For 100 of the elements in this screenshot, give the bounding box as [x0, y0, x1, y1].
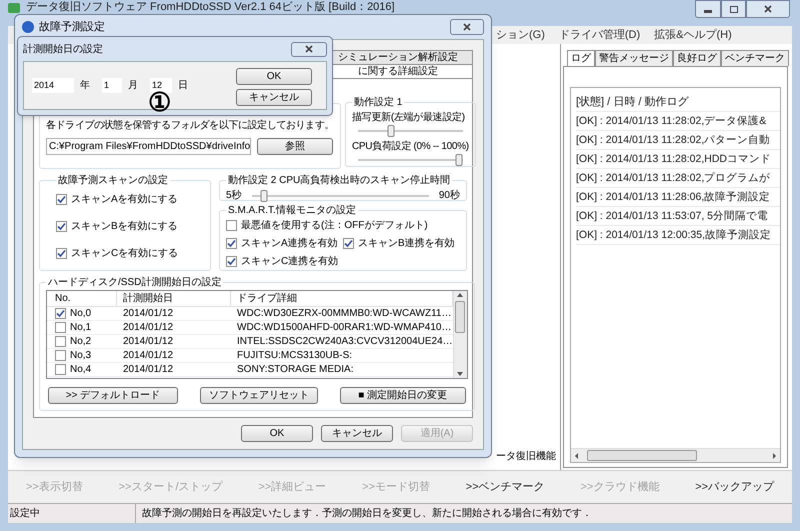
- slider-thumb[interactable]: [455, 154, 462, 166]
- table-cell-text: FUJITSU:MCS3130UB-S:: [236, 349, 354, 363]
- button[interactable]: OK: [236, 68, 312, 85]
- dialog-title: 故障予測設定: [39, 20, 105, 35]
- table-cell-text: 2014/01/12: [122, 363, 174, 377]
- tab[interactable]: ログ: [567, 50, 595, 66]
- checkbox[interactable]: [55, 364, 66, 375]
- tab[interactable]: 良好ログ: [673, 50, 721, 66]
- scroll-down-icon[interactable]: [456, 370, 464, 378]
- checkbox[interactable]: [55, 322, 66, 333]
- unit-label: 日: [178, 79, 188, 93]
- checkbox-label: スキャンA連携を有効: [241, 236, 338, 251]
- close-icon: [762, 3, 774, 15]
- horizontal-scrollbar[interactable]: [571, 448, 780, 462]
- checkbox[interactable]: [343, 238, 354, 249]
- button[interactable]: OK: [241, 425, 313, 442]
- checkbox[interactable]: [55, 308, 66, 319]
- table-cell-text: SONY:STORAGE MEDIA:: [236, 363, 355, 377]
- group-title: 動作設定 1: [353, 96, 404, 110]
- minimize-icon: [704, 10, 712, 13]
- table-cell-text: No,2: [70, 335, 92, 349]
- checkbox[interactable]: [56, 248, 67, 259]
- button[interactable]: キャンセル: [236, 89, 312, 106]
- table-cell-text: WDC:WD1500AHFD-00RAR1:WD-WMAP410…: [236, 321, 452, 335]
- button[interactable]: ソフトウェアリセット: [200, 387, 318, 404]
- dialog-title: 計測開始日の設定: [23, 42, 103, 56]
- log-row: [OK] : 2014/01/13 11:28:02,HDDコマンド: [576, 150, 780, 169]
- checkbox[interactable]: [55, 350, 66, 361]
- status-text: 設定中: [8, 504, 136, 523]
- table-cell-text: No,3: [70, 349, 92, 363]
- checkbox-label: スキャンCを有効にする: [71, 246, 178, 261]
- log-row: [OK] : 2014/01/13 11:28:02,プログラムが: [576, 169, 780, 188]
- checkbox[interactable]: [55, 336, 66, 347]
- menu-item[interactable]: ドライバ管理(D): [558, 26, 640, 44]
- scrollbar-thumb[interactable]: [455, 301, 466, 333]
- checkbox[interactable]: [56, 194, 67, 205]
- instruction-text: 各ドライブの状態を保管するフォルダを以下に設定しております。: [46, 118, 334, 133]
- slider-thumb[interactable]: [388, 125, 395, 137]
- table-cell-text: 2014/01/12: [122, 307, 174, 321]
- tab[interactable]: 警告メッセージ: [595, 50, 673, 66]
- checkbox-label: 最悪値を使用する(注：OFFがデフォルト): [241, 218, 428, 233]
- window-title: データ復旧ソフトウェア FromHDDtoSSD Ver2.1 64ビット版 [Build：2016]: [26, 1, 395, 14]
- maximize-icon: [730, 6, 738, 12]
- slider-min-label: 5秒: [226, 188, 242, 203]
- close-icon: [303, 43, 315, 55]
- function-label: ータ復旧機能: [496, 450, 556, 464]
- log-row: [OK] : 2014/01/13 11:53:07, 5分間隔で電: [576, 207, 780, 226]
- close-button[interactable]: [291, 42, 327, 56]
- close-icon: [461, 21, 473, 33]
- group-title: ハードディスク/SSD計測開始日の設定: [47, 276, 222, 290]
- log-row: [OK] : 2014/01/13 12:00:35,故障予測設定: [576, 226, 780, 245]
- checkbox-label: スキャンAを有効にする: [71, 192, 178, 207]
- table-cell-text: No,4: [70, 363, 92, 377]
- table-cell-text: INTEL:SSDSC2CW240A3:CVCV312004UE24…: [236, 335, 453, 349]
- button[interactable]: 参照: [257, 138, 333, 155]
- button[interactable]: ■ 測定開始日の変更: [340, 387, 466, 404]
- checkbox[interactable]: [226, 220, 237, 231]
- table-cell-text: WDC:WD30EZRX-00MMMB0:WD-WCAWZ11…: [236, 307, 452, 321]
- path-field[interactable]: C:¥Program Files¥FromHDDtoSSD¥driveInfo: [46, 138, 251, 155]
- checkbox-label: スキャンBを有効にする: [71, 220, 178, 234]
- toolbar-button[interactable]: >>ベンチマーク: [466, 478, 545, 496]
- scrollbar-thumb[interactable]: [587, 450, 697, 461]
- column-header: No.: [47, 291, 117, 306]
- group-title: 故障予測スキャンの設定: [57, 174, 169, 188]
- group-title: S.M.A.R.T.情報モニタの設定: [227, 204, 357, 218]
- scroll-up-icon[interactable]: [456, 291, 464, 299]
- unit-label: 年: [80, 79, 90, 93]
- tab[interactable]: ベンチマーク: [721, 50, 789, 66]
- slider-label: 描写更新(左端が最速設定): [352, 110, 466, 125]
- minimize-button[interactable]: [695, 0, 721, 18]
- close-button[interactable]: [746, 0, 790, 18]
- menu-item[interactable]: ション(G): [496, 26, 545, 44]
- table-cell-text: 2014/01/12: [122, 335, 174, 349]
- vertical-scrollbar[interactable]: [452, 291, 467, 378]
- checkbox[interactable]: [226, 238, 237, 249]
- group-title: 動作設定 2 CPU高負荷検出時のスキャン停止時間: [227, 174, 452, 188]
- close-button[interactable]: [450, 19, 484, 35]
- button[interactable]: キャンセル: [321, 425, 393, 442]
- input-field[interactable]: 2014: [32, 78, 74, 93]
- column-header: [状態] / 日時 / 動作ログ: [576, 92, 780, 112]
- slider-thumb[interactable]: [260, 190, 268, 202]
- maximize-button[interactable]: [721, 0, 746, 18]
- checkbox-label: スキャンB連携を有効: [358, 236, 455, 251]
- checkbox[interactable]: [226, 256, 237, 267]
- checkbox-label: スキャンC連携を有効: [241, 254, 338, 269]
- log-row: [OK] : 2014/01/13 11:28:02,パターン自動: [576, 131, 780, 150]
- slider-label: CPU負荷設定 (0% -- 100%): [352, 140, 469, 154]
- table-cell-text: No,0: [70, 307, 92, 321]
- table-cell-text: 2014/01/12: [122, 321, 174, 335]
- log-row: [OK] : 2014/01/13 11:28:06,故障予測設定: [576, 188, 780, 207]
- table-cell-text: 2014/01/12: [122, 349, 174, 363]
- button[interactable]: >> デフォルトロード: [48, 387, 178, 404]
- checkbox[interactable]: [56, 221, 67, 232]
- status-message: 故障予測の開始日を再設定いたします．予測の開始日を変更し、新たに開始される場合に有効です．: [141, 506, 592, 521]
- app-icon: [8, 3, 20, 13]
- input-field[interactable]: 1: [102, 78, 122, 93]
- info-icon: [22, 21, 34, 33]
- unit-label: 月: [128, 79, 138, 93]
- menu-item[interactable]: 拡張&ヘルプ(H): [654, 26, 732, 44]
- toolbar-button[interactable]: >>バックアップ: [695, 478, 774, 496]
